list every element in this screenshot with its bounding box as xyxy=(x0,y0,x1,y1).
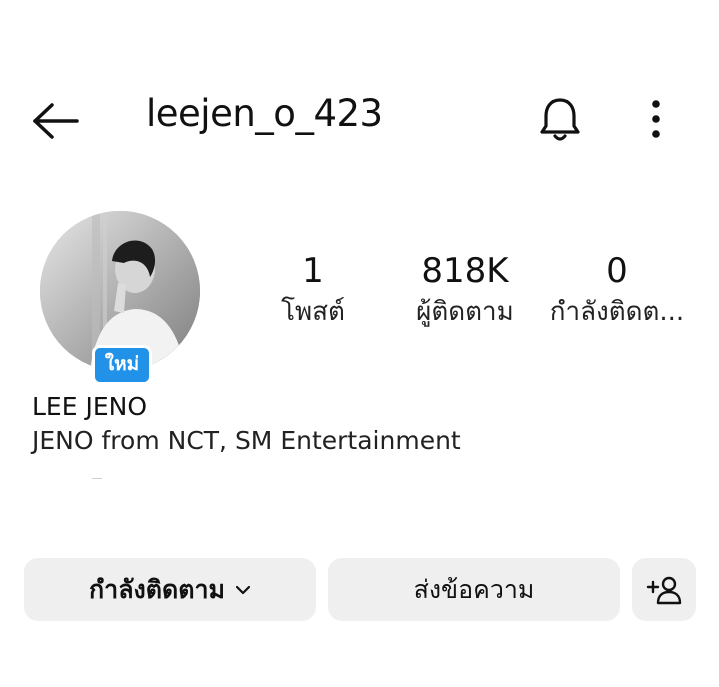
divider xyxy=(92,478,102,479)
profile-full-name: LEE JENO xyxy=(32,392,148,421)
profile-screen: leejen_o_423 ใหม่ 1 โพสต์ 818K ผู้ติดตาม… xyxy=(0,0,719,687)
followers-count: 818K xyxy=(421,251,509,291)
profile-username: leejen_o_423 xyxy=(146,92,383,135)
stat-followers[interactable]: 818K ผู้ติดตาม xyxy=(400,250,530,332)
following-count: 0 xyxy=(606,251,628,291)
back-button[interactable] xyxy=(30,98,82,144)
more-options-button[interactable] xyxy=(636,96,676,144)
chevron-down-icon xyxy=(235,585,251,594)
message-button[interactable]: ส่งข้อความ xyxy=(328,558,620,621)
add-user-button[interactable] xyxy=(632,558,696,621)
following-button-label: กำลังติดตาม xyxy=(89,574,225,604)
more-vertical-icon xyxy=(652,100,660,138)
stat-posts[interactable]: 1 โพสต์ xyxy=(268,250,358,332)
new-story-badge: ใหม่ xyxy=(92,345,152,385)
notifications-button[interactable] xyxy=(534,94,586,146)
stat-following[interactable]: 0 กำลังติดต... xyxy=(546,250,688,332)
followers-label: ผู้ติดตาม xyxy=(416,297,514,327)
following-label: กำลังติดต... xyxy=(549,297,685,327)
following-button[interactable]: กำลังติดตาม xyxy=(24,558,316,621)
bell-icon xyxy=(540,98,580,141)
add-user-icon xyxy=(646,576,682,604)
arrow-left-icon xyxy=(33,103,79,139)
profile-bio: JENO from NCT, SM Entertainment xyxy=(32,426,461,455)
posts-label: โพสต์ xyxy=(281,297,345,327)
message-button-label: ส่งข้อความ xyxy=(413,574,535,604)
posts-count: 1 xyxy=(302,251,324,291)
profile-avatar-button[interactable]: ใหม่ xyxy=(40,211,200,386)
